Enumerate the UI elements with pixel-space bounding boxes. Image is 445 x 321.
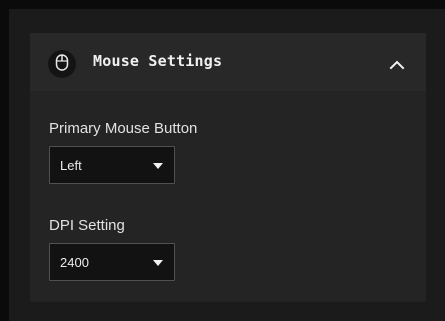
dpi-setting-select[interactable]: 2400	[49, 243, 175, 281]
primary-mouse-button-value: Left	[60, 158, 82, 173]
caret-down-icon	[153, 260, 163, 266]
collapse-button[interactable]	[382, 51, 412, 77]
dpi-setting-label: DPI Setting	[49, 217, 125, 234]
dpi-setting-value: 2400	[60, 255, 89, 270]
primary-mouse-button-label: Primary Mouse Button	[49, 120, 198, 137]
panel-title: Mouse Settings	[93, 52, 223, 70]
mouse-icon-badge	[48, 50, 76, 78]
caret-down-icon	[153, 163, 163, 169]
mouse-icon	[55, 53, 69, 75]
chevron-up-icon	[389, 55, 405, 74]
primary-mouse-button-select[interactable]: Left	[49, 146, 175, 184]
panel-header[interactable]: Mouse Settings	[30, 33, 426, 91]
mouse-settings-panel: Mouse Settings Primary Mouse Button Left…	[30, 33, 426, 302]
